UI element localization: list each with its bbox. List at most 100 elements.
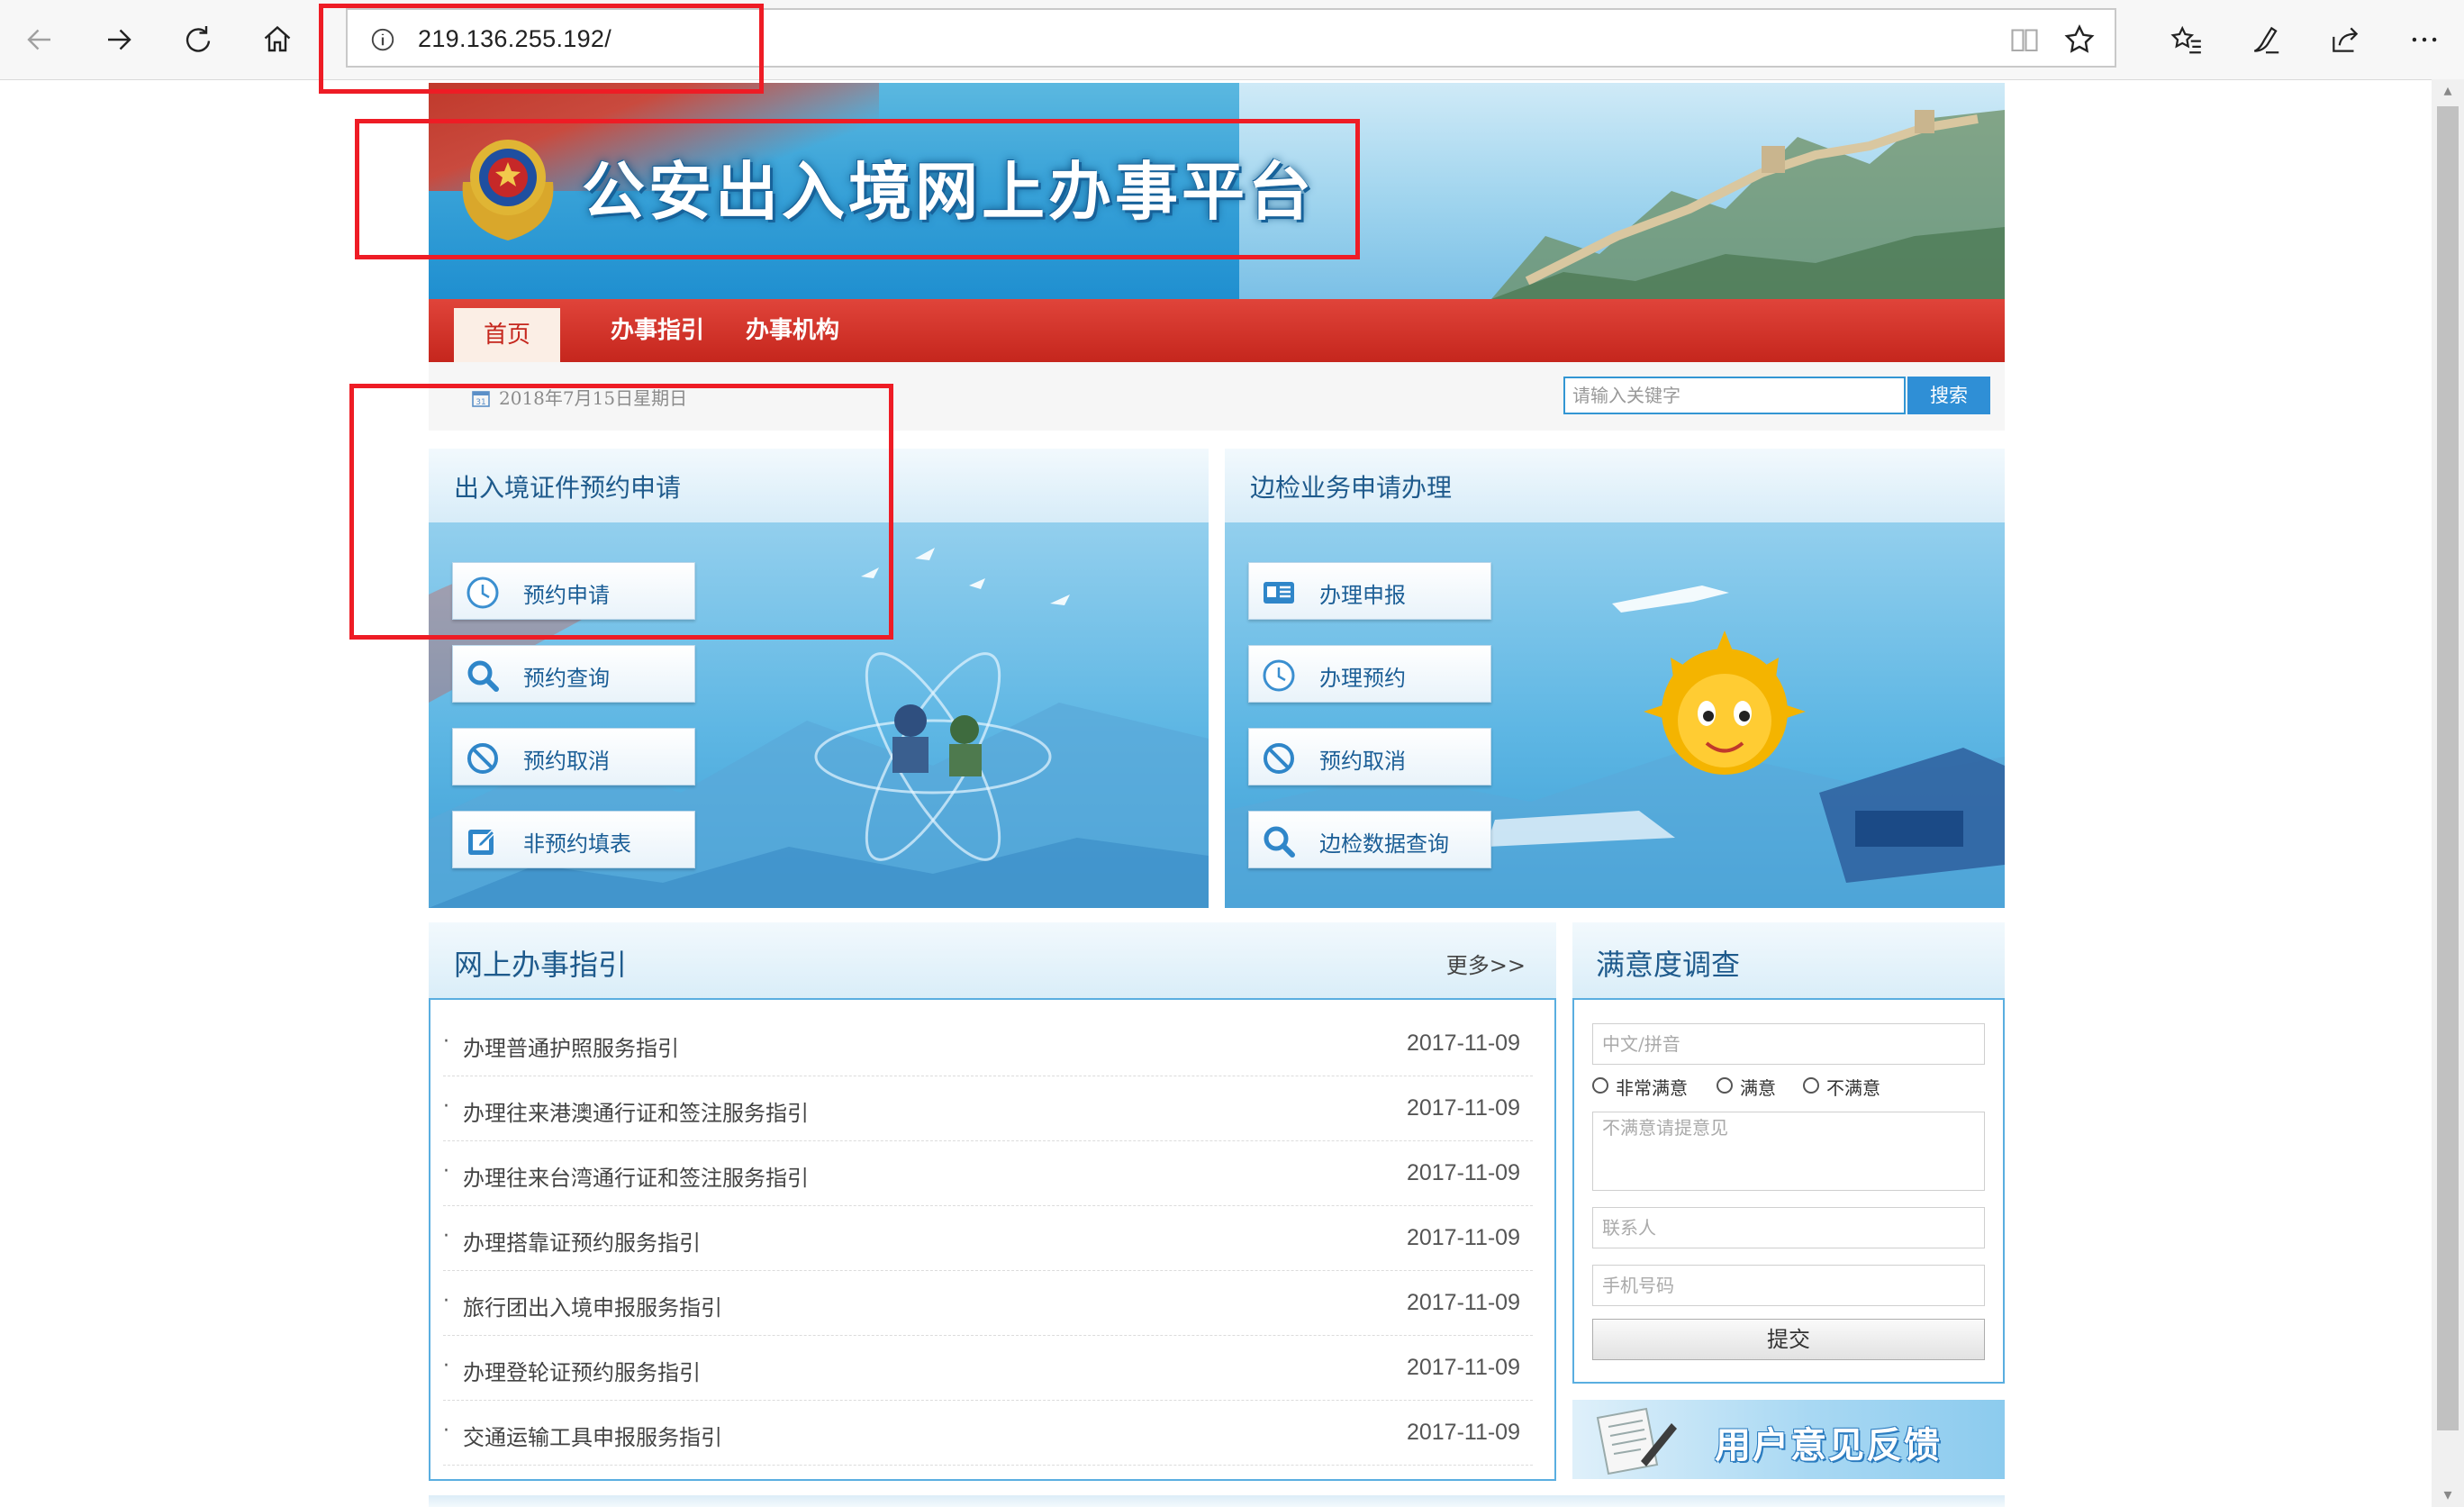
browser-toolbar: 219.136.255.192/ — [0, 0, 2464, 80]
address-bar[interactable]: 219.136.255.192/ — [346, 8, 2116, 68]
info-bar: 31 2018年7月15日星期日 请输入关键字 搜索 — [429, 362, 2005, 431]
list-item[interactable]: · 办理搭靠证预约服务指引 2017-11-09 — [443, 1205, 1533, 1271]
border-data-query-button[interactable]: 边检数据查询 — [1248, 811, 1491, 868]
button-label: 办理预约 — [1319, 666, 1406, 691]
bullet: · — [443, 1355, 449, 1377]
submit-button[interactable]: 提交 — [1592, 1319, 1985, 1360]
button-label: 预约查询 — [523, 666, 610, 691]
favorite-star-icon[interactable] — [2062, 23, 2097, 57]
list-item[interactable]: · 办理登轮证预约服务指引 2017-11-09 — [443, 1335, 1533, 1401]
scroll-thumb[interactable] — [2437, 106, 2459, 1430]
guide-header: 网上办事指引 更多>> — [429, 922, 1556, 1000]
share-button[interactable] — [2320, 14, 2370, 65]
comment-textarea[interactable]: 不满意请提意见 — [1592, 1112, 1985, 1191]
guide-item-title[interactable]: 交通运输工具申报服务指引 — [463, 1420, 722, 1451]
edit-icon — [468, 829, 496, 855]
bullet: · — [443, 1420, 449, 1442]
radio-circle[interactable] — [1592, 1077, 1608, 1094]
nav-item-guide[interactable]: 办事指引 — [611, 299, 704, 362]
guide-item-date: 2017-11-09 — [1406, 1290, 1520, 1315]
info-icon[interactable] — [369, 26, 396, 53]
cancel-icon — [1264, 743, 1294, 774]
guide-item-title[interactable]: 办理普通护照服务指引 — [463, 1030, 679, 1062]
contact-input[interactable]: 联系人 — [1592, 1207, 1985, 1248]
user-feedback-banner[interactable]: 用户意见反馈 — [1572, 1400, 2005, 1479]
phone-input[interactable]: 手机号码 — [1592, 1265, 1985, 1306]
url-text[interactable]: 219.136.255.192/ — [418, 21, 611, 57]
appointment-apply-button[interactable]: 预约申请 — [452, 562, 695, 620]
appointment-query-button[interactable]: 预约查询 — [452, 645, 695, 703]
radio-circle[interactable] — [1803, 1077, 1819, 1094]
id-card-icon — [1264, 582, 1294, 604]
guide-more-link[interactable]: 更多>> — [1446, 948, 1526, 979]
magnifier-icon — [467, 660, 499, 692]
name-input[interactable]: 中文/拼音 — [1592, 1023, 1985, 1065]
make-appointment-button[interactable]: 办理预约 — [1248, 645, 1491, 703]
list-item[interactable]: · 办理普通护照服务指引 2017-11-09 — [443, 1011, 1533, 1076]
nav-item-home[interactable]: 首页 — [454, 308, 560, 362]
appointment-cancel-button[interactable]: 预约取消 — [452, 728, 695, 785]
guide-item-title[interactable]: 办理搭靠证预约服务指引 — [463, 1225, 701, 1257]
bullet: · — [443, 1225, 449, 1248]
panel-header: 边检业务申请办理 — [1225, 449, 2005, 522]
bullet: · — [443, 1095, 449, 1118]
non-appointment-form-button[interactable]: 非预约填表 — [452, 811, 695, 868]
guide-item-title[interactable]: 办理往来台湾通行证和签注服务指引 — [463, 1160, 809, 1192]
guide-item-title[interactable]: 办理往来港澳通行证和签注服务指引 — [463, 1095, 809, 1127]
scroll-down-arrow-icon[interactable]: ▾ — [2432, 1484, 2464, 1507]
guide-item-date: 2017-11-09 — [1406, 1095, 1520, 1121]
panel-header: 出入境证件预约申请 — [429, 449, 1209, 522]
survey-title: 满意度调查 — [1596, 948, 1741, 982]
scroll-up-arrow-icon[interactable]: ▴ — [2432, 79, 2464, 103]
list-item[interactable]: · 办理往来台湾通行证和签注服务指引 2017-11-09 — [443, 1140, 1533, 1206]
button-label: 预约取消 — [1319, 749, 1406, 774]
cancel-icon — [467, 743, 498, 774]
share-icon — [2333, 27, 2359, 52]
reading-view-icon[interactable] — [2008, 23, 2041, 56]
more-button[interactable] — [2399, 14, 2450, 65]
panel-title: 出入境证件预约申请 — [454, 473, 682, 503]
radio-label: 满意 — [1740, 1077, 1776, 1099]
bullet: · — [443, 1030, 449, 1053]
button-label: 边检数据查询 — [1319, 831, 1449, 857]
guide-item-date: 2017-11-09 — [1406, 1355, 1520, 1380]
guide-title: 网上办事指引 — [454, 948, 628, 982]
feedback-label: 用户意见反馈 — [1715, 1425, 1942, 1466]
search-input[interactable]: 请输入关键字 — [1563, 377, 1906, 414]
guide-item-date: 2017-11-09 — [1406, 1160, 1520, 1185]
page-scrollbar[interactable]: ▴ ▾ — [2432, 79, 2464, 1507]
pen-icon — [2253, 26, 2279, 54]
panel-title: 边检业务申请办理 — [1250, 473, 1453, 503]
list-item[interactable]: · 旅行团出入境申报服务指引 2017-11-09 — [443, 1270, 1533, 1336]
list-item[interactable]: · 办理往来港澳通行证和签注服务指引 2017-11-09 — [443, 1076, 1533, 1141]
more-icon — [2412, 37, 2437, 42]
site-title: 公安出入境网上办事平台 — [582, 155, 1315, 229]
forward-button[interactable] — [92, 13, 146, 67]
radio-circle[interactable] — [1717, 1077, 1733, 1094]
favorites-list-icon — [2170, 25, 2201, 54]
home-icon — [264, 25, 291, 52]
site-banner: 公安出入境网上办事平台 — [429, 83, 2005, 299]
current-date: 2018年7月15日星期日 — [499, 387, 688, 409]
notes-button[interactable] — [2241, 14, 2291, 65]
border-appointment-cancel-button[interactable]: 预约取消 — [1248, 728, 1491, 785]
button-label: 非预约填表 — [523, 831, 631, 857]
favorites-button[interactable] — [2161, 14, 2212, 65]
refresh-button[interactable] — [171, 13, 225, 67]
guide-item-title[interactable]: 办理登轮证预约服务指引 — [463, 1355, 701, 1386]
guide-item-date: 2017-11-09 — [1406, 1420, 1520, 1445]
main-nav: 首页 办事指引 办事机构 — [429, 299, 2005, 362]
bottom-strip — [429, 1495, 2005, 1507]
nav-item-agency[interactable]: 办事机构 — [746, 299, 839, 362]
magnifier-icon — [1264, 826, 1295, 858]
survey-form: 中文/拼音 非常满意 满意 不满意 不满意请提意见 联系人 手机号码 提交 — [1572, 998, 2005, 1384]
declaration-button[interactable]: 办理申报 — [1248, 562, 1491, 620]
home-button[interactable] — [250, 13, 304, 67]
back-button[interactable] — [13, 13, 67, 67]
forward-icon — [108, 29, 131, 50]
back-icon — [27, 29, 50, 50]
great-wall-image — [1491, 110, 2005, 299]
list-item[interactable]: · 交通运输工具申报服务指引 2017-11-09 — [443, 1400, 1533, 1466]
search-button[interactable]: 搜索 — [1907, 377, 1990, 414]
guide-item-title[interactable]: 旅行团出入境申报服务指引 — [463, 1290, 722, 1321]
